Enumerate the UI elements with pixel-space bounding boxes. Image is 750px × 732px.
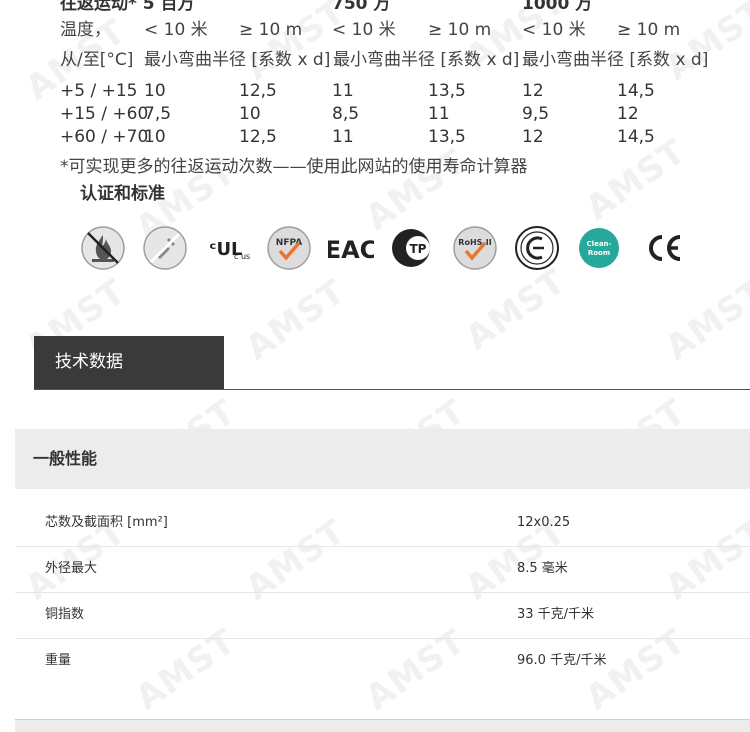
halogen-free-icon — [142, 225, 188, 271]
subheader-cell: ≥ 10 m — [617, 20, 681, 40]
subheader-cell: ≥ 10 m — [428, 20, 492, 40]
watermark-text: AMST — [658, 0, 750, 89]
subheader-cell: 从/至[°C] — [60, 50, 134, 70]
header-cell: 750 万 — [332, 0, 391, 14]
table-cell: 10 — [239, 104, 261, 124]
subheader-cell: ≥ 10 m — [239, 20, 303, 40]
table-cell: +5 / +15 — [60, 81, 138, 101]
table-cell: 12 — [522, 81, 544, 101]
table-cell: 13,5 — [428, 81, 466, 101]
tab-technical-data[interactable]: 技术数据 — [34, 336, 224, 389]
spec-key: 重量 — [45, 653, 72, 668]
table-cell: 12 — [522, 127, 544, 147]
spec-value: 8.5 毫米 — [517, 561, 568, 576]
table-cell: 12,5 — [239, 81, 277, 101]
table-cell: 10 — [144, 81, 166, 101]
table-cell: 14,5 — [617, 81, 655, 101]
ce-mark-circle-icon — [514, 225, 560, 271]
table-cell: 14,5 — [617, 127, 655, 147]
spec-value: 12x0.25 — [517, 515, 571, 530]
table-cell: 11 — [332, 81, 354, 101]
svg-text:Room: Room — [588, 249, 610, 257]
table-row: 重量 96.0 千克/千米 — [15, 639, 750, 685]
table-row: 铜指数 33 千克/千米 — [15, 593, 750, 639]
table-cell: +60 / +70 — [60, 127, 149, 147]
clean-room-icon: Clean- Room — [576, 225, 622, 271]
lifetime-footnote: *可实现更多的往返运动次数——使用此网站的使用寿命计算器 — [60, 157, 528, 177]
svg-text:RoHS-II: RoHS-II — [458, 238, 491, 247]
next-section-band — [15, 719, 750, 732]
table-cell: +15 / +60 — [60, 104, 149, 124]
subheader-cell: 最小弯曲半径 [系数 x d] — [144, 50, 331, 70]
table-cell: 8,5 — [332, 104, 360, 124]
table-cell: 12 — [617, 104, 639, 124]
svg-text:TP: TP — [410, 242, 427, 256]
svg-text:Clean-: Clean- — [587, 240, 612, 248]
table-cell: 10 — [144, 127, 166, 147]
table-cell: 7,5 — [144, 104, 172, 124]
ctp-icon: TP — [390, 225, 436, 271]
table-row: 芯数及截面积 [mm²] 12x0.25 — [15, 501, 750, 547]
subheader-cell: 温度， — [60, 20, 111, 40]
subheader-cell: < 10 米 — [332, 20, 396, 40]
header-cell: 往返运动* 5 百万 — [60, 0, 195, 14]
subheader-cell: 最小弯曲半径 [系数 x d] — [333, 50, 520, 70]
svg-text:EAC: EAC — [328, 236, 374, 264]
header-cell: 1000 万 — [522, 0, 593, 14]
table-cell: 9,5 — [522, 104, 550, 124]
subheader-cell: < 10 米 — [522, 20, 586, 40]
section-title: 一般性能 — [33, 449, 98, 468]
nfpa-icon: NFPA — [266, 225, 312, 271]
svg-text:c us: c us — [234, 252, 250, 261]
table-cell: 11 — [428, 104, 450, 124]
flame-retardant-icon — [80, 225, 126, 271]
subheader-cell: 最小弯曲半径 [系数 x d] — [522, 50, 709, 70]
spec-key: 外径最大 — [45, 561, 98, 576]
certifications-title: 认证和标准 — [80, 184, 165, 204]
table-cell: 13,5 — [428, 127, 466, 147]
general-properties-header[interactable]: 一般性能 — [15, 429, 750, 489]
rohs-icon: RoHS-II — [452, 225, 498, 271]
spec-value: 96.0 千克/千米 — [517, 653, 607, 668]
cul-us-icon: ᶜUL c us — [204, 225, 250, 271]
eac-icon: EAC — [328, 225, 374, 271]
table-cell: 12,5 — [239, 127, 277, 147]
table-cell: 11 — [332, 127, 354, 147]
spec-value: 33 千克/千米 — [517, 607, 595, 622]
spec-key: 芯数及截面积 [mm²] — [45, 515, 168, 530]
table-row: 外径最大 8.5 毫米 — [15, 547, 750, 593]
ce-mark-icon — [642, 225, 688, 271]
spec-key: 铜指数 — [45, 607, 85, 622]
tab-bar: 技术数据 — [34, 336, 750, 390]
subheader-cell: < 10 米 — [144, 20, 208, 40]
certification-badges: ᶜUL c us NFPA EAC TP RoHS-II Clean- Room — [80, 225, 700, 275]
